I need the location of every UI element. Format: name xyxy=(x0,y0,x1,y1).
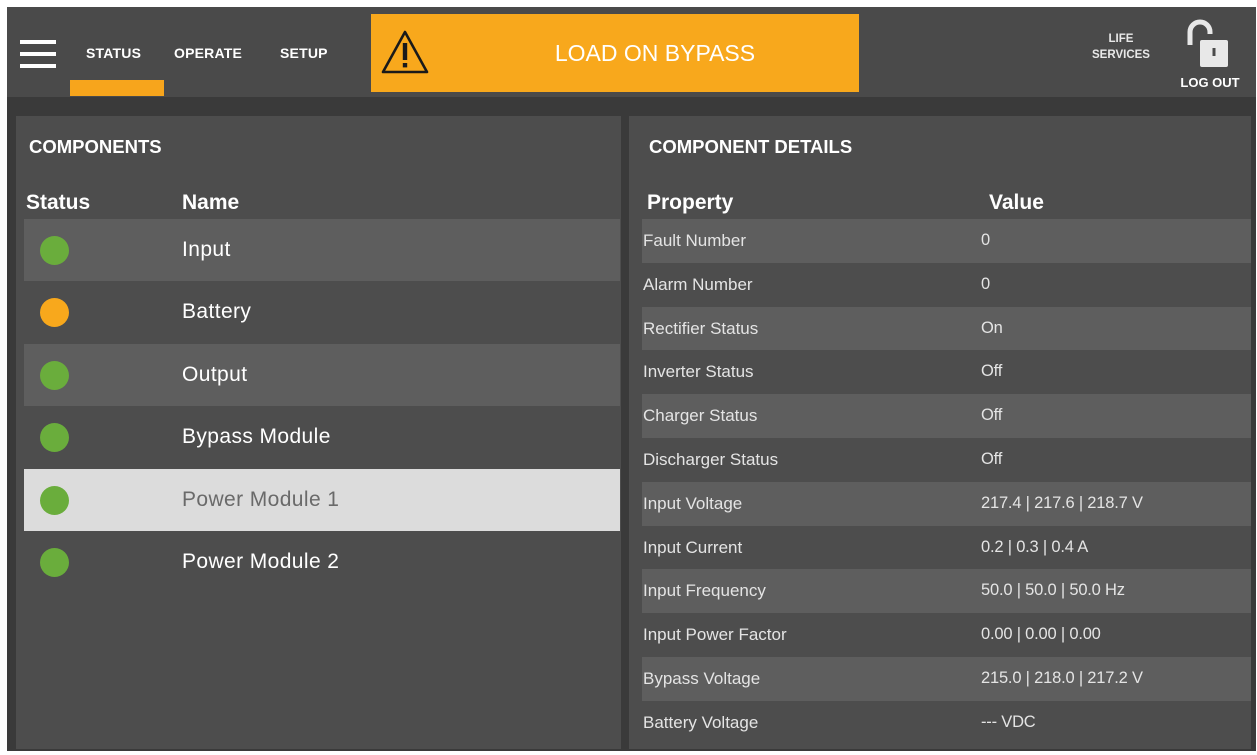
alarm-banner[interactable]: LOAD ON BYPASS xyxy=(371,14,859,92)
status-indicator xyxy=(40,485,69,515)
property-name: Input Power Factor xyxy=(643,625,787,645)
property-name: Input Current xyxy=(643,537,743,557)
logout-button[interactable]: LOG OUT xyxy=(1169,19,1249,95)
components-list: Input Battery Output Bypass Module Power… xyxy=(24,219,620,593)
detail-row: Input Current 0.2 | 0.3 | 0.4 A xyxy=(642,526,1251,570)
property-value: On xyxy=(981,318,1003,337)
top-bar: STATUS OPERATE SETUP LOAD ON BYPASS LIFE… xyxy=(7,7,1256,97)
detail-row: Input Voltage 217.4 | 217.6 | 218.7 V xyxy=(642,481,1251,526)
property-value: 217.4 | 217.6 | 218.7 V xyxy=(981,493,1143,512)
property-name: Rectifier Status xyxy=(643,318,759,338)
life-services-link[interactable]: LIFE SERVICES xyxy=(1087,31,1155,63)
screen: STATUS OPERATE SETUP LOAD ON BYPASS LIFE… xyxy=(0,0,1257,755)
detail-row: Alarm Number 0 xyxy=(642,263,1251,307)
component-row-battery[interactable]: Battery xyxy=(24,281,620,343)
component-name: Battery xyxy=(182,300,252,324)
property-name: Input Voltage xyxy=(643,493,743,513)
property-name: Charger Status xyxy=(643,406,758,426)
detail-row: Discharger Status Off xyxy=(642,438,1251,482)
component-row-bypass-module[interactable]: Bypass Module xyxy=(24,406,620,468)
component-name: Output xyxy=(182,362,248,386)
detail-row: Input Frequency 50.0 | 50.0 | 50.0 Hz xyxy=(642,569,1251,614)
component-name: Power Module 1 xyxy=(182,487,340,511)
detail-row: Battery Voltage --- VDC xyxy=(642,701,1251,745)
component-name: Power Module 2 xyxy=(182,549,340,573)
property-value: 0 xyxy=(981,274,990,293)
property-value: 0.00 | 0.00 | 0.00 xyxy=(981,625,1101,644)
component-row-input[interactable]: Input xyxy=(24,219,620,282)
details-title: COMPONENT DETAILS xyxy=(649,136,853,157)
property-column-header: Property xyxy=(647,191,734,214)
alarm-text: LOAD ON BYPASS xyxy=(554,40,756,66)
details-table: Fault Number 0 Alarm Number 0 Rectifier … xyxy=(642,219,1251,745)
tab-setup[interactable]: SETUP xyxy=(280,45,328,61)
logout-label: LOG OUT xyxy=(1180,75,1240,90)
status-indicator xyxy=(40,423,69,453)
unlocked-padlock-icon xyxy=(1187,19,1228,67)
tab-status[interactable]: STATUS xyxy=(86,45,141,61)
property-value: --- VDC xyxy=(981,712,1036,731)
property-name: Battery Voltage xyxy=(643,712,759,732)
tab-operate[interactable]: OPERATE xyxy=(174,45,242,61)
value-column-header: Value xyxy=(989,191,1044,214)
property-value: Off xyxy=(981,449,1003,468)
detail-row: Rectifier Status On xyxy=(642,306,1251,351)
status-indicator xyxy=(40,236,69,265)
active-tab-indicator xyxy=(70,80,164,96)
component-row-power-module-1[interactable]: Power Module 1 xyxy=(24,468,620,531)
component-name: Input xyxy=(182,238,231,261)
status-indicator xyxy=(40,298,69,328)
property-name: Fault Number xyxy=(643,231,746,250)
property-value: Off xyxy=(981,362,1003,381)
property-value: 0.2 | 0.3 | 0.4 A xyxy=(981,537,1089,556)
component-name: Bypass Module xyxy=(182,425,331,449)
name-column-header: Name xyxy=(182,191,240,214)
components-title: COMPONENTS xyxy=(29,136,162,157)
detail-row: Fault Number 0 xyxy=(642,219,1251,263)
components-panel: COMPONENTS Status Name Input Battery Out… xyxy=(16,116,621,749)
property-name: Bypass Voltage xyxy=(643,668,761,688)
property-name: Inverter Status xyxy=(643,362,754,382)
detail-row: Inverter Status Off xyxy=(642,350,1251,394)
property-name: Input Frequency xyxy=(643,581,766,601)
property-name: Alarm Number xyxy=(643,274,753,294)
property-value: 0 xyxy=(981,231,990,249)
property-name: Discharger Status xyxy=(643,449,779,469)
app-frame: STATUS OPERATE SETUP LOAD ON BYPASS LIFE… xyxy=(7,7,1256,751)
status-indicator xyxy=(40,360,69,390)
property-value: 50.0 | 50.0 | 50.0 Hz xyxy=(981,581,1125,600)
component-row-output[interactable]: Output xyxy=(24,343,620,407)
component-details-panel: COMPONENT DETAILS Property Value Fault N… xyxy=(629,116,1251,749)
property-value: Off xyxy=(981,406,1003,425)
property-value: 215.0 | 218.0 | 217.2 V xyxy=(981,668,1143,687)
detail-row: Input Power Factor 0.00 | 0.00 | 0.00 xyxy=(642,613,1251,657)
component-row-power-module-2[interactable]: Power Module 2 xyxy=(24,531,620,593)
detail-row: Charger Status Off xyxy=(642,394,1251,438)
hamburger-menu-icon[interactable] xyxy=(20,40,56,70)
status-column-header: Status xyxy=(26,191,91,214)
status-indicator xyxy=(40,547,69,577)
detail-row: Bypass Voltage 215.0 | 218.0 | 217.2 V xyxy=(642,656,1251,701)
